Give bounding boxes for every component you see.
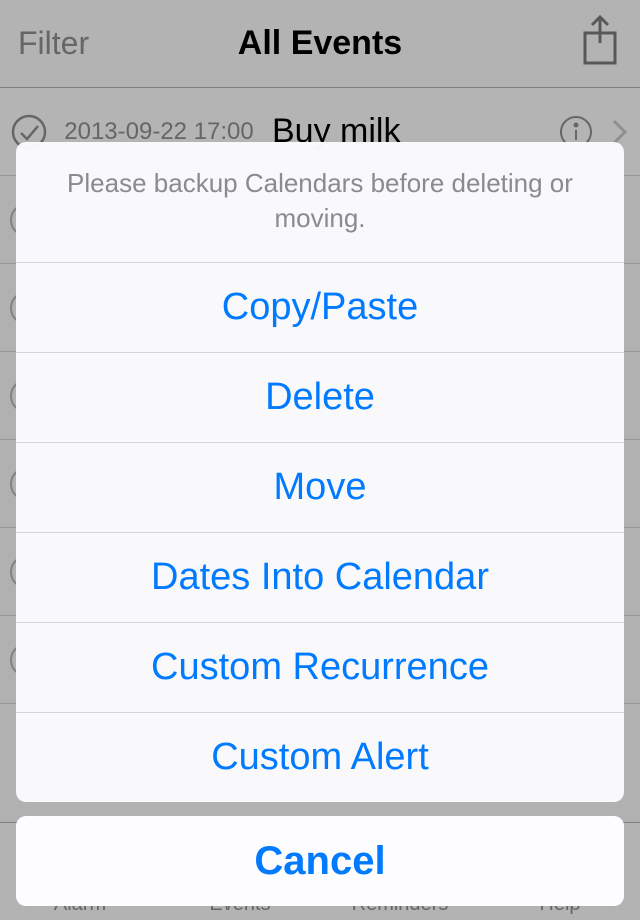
action-sheet-message: Please backup Calendars before deleting …: [16, 142, 624, 262]
cancel-label: Cancel: [254, 839, 385, 884]
action-label: Custom Recurrence: [151, 646, 489, 689]
action-label: Dates Into Calendar: [151, 556, 489, 599]
action-label: Custom Alert: [211, 736, 429, 779]
action-move-button[interactable]: Move: [16, 442, 624, 532]
action-label: Copy/Paste: [222, 286, 418, 329]
action-copy-paste-button[interactable]: Copy/Paste: [16, 262, 624, 352]
action-custom-recurrence-button[interactable]: Custom Recurrence: [16, 622, 624, 712]
action-delete-button[interactable]: Delete: [16, 352, 624, 442]
action-label: Delete: [265, 376, 375, 419]
action-dates-into-calendar-button[interactable]: Dates Into Calendar: [16, 532, 624, 622]
action-custom-alert-button[interactable]: Custom Alert: [16, 712, 624, 802]
action-sheet-body: Please backup Calendars before deleting …: [16, 142, 624, 802]
cancel-button[interactable]: Cancel: [16, 816, 624, 906]
action-label: Move: [274, 466, 367, 509]
action-sheet: Please backup Calendars before deleting …: [16, 142, 624, 906]
